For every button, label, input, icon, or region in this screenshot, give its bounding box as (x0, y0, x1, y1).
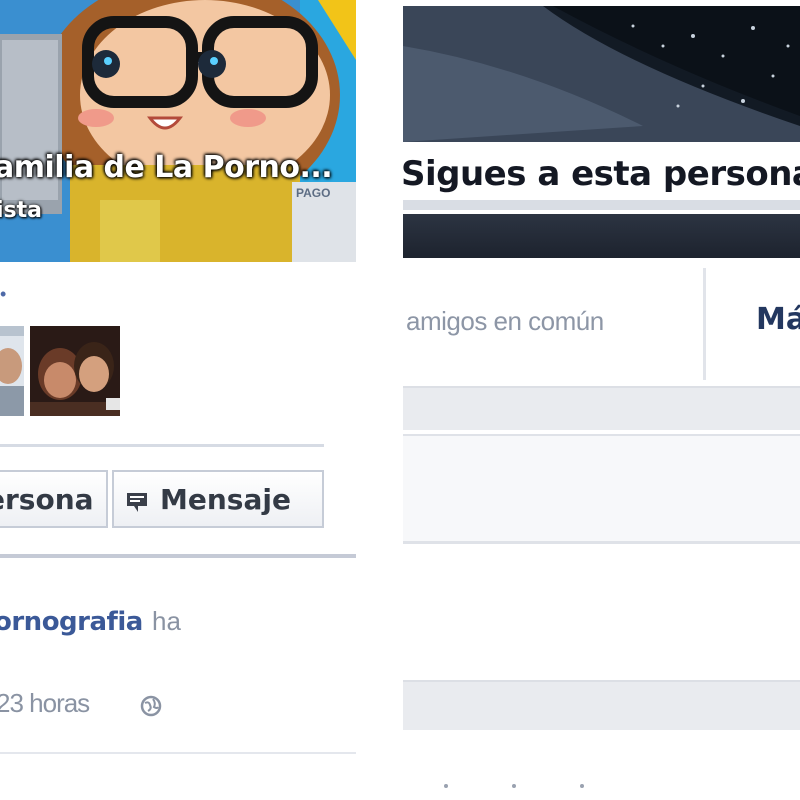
follow-button-label: ersona (0, 482, 94, 516)
left-cover-subtitle: ista (0, 198, 42, 223)
message-button-label: Mensaje (160, 482, 291, 516)
screenshot-canvas: amilia de La Porno... ista PAGO • ersona (0, 0, 800, 800)
dark-snowy-cover-image (403, 6, 800, 142)
separator-dot (512, 784, 516, 788)
friend-thumbnail[interactable] (30, 326, 120, 416)
cover-side-label: PAGO (296, 186, 331, 200)
divider (0, 444, 324, 447)
cover-separator (403, 200, 800, 210)
link-fragment[interactable]: • (0, 284, 6, 305)
cartoon-girl-cover-image (0, 0, 356, 262)
mutual-friends-text[interactable]: amigos en común (406, 306, 604, 337)
friend-photo-image (30, 326, 120, 416)
cover-bottom-strip (403, 214, 800, 258)
globe-icon[interactable] (140, 695, 162, 717)
divider (0, 554, 356, 558)
left-cover-photo[interactable]: amilia de La Porno... ista PAGO (0, 0, 356, 262)
content-panel (403, 434, 800, 544)
message-button[interactable]: Mensaje (112, 470, 324, 528)
message-bubble-icon (126, 488, 148, 512)
right-cover-title: Sigues a esta persona (401, 154, 800, 194)
separator-dot (580, 784, 584, 788)
section-header-bar (403, 386, 800, 430)
story-headline: ornografia ha (0, 606, 181, 637)
follow-button[interactable]: ersona (0, 470, 108, 528)
friend-photo-image (0, 326, 24, 416)
divider (0, 752, 356, 754)
story-text: ha (152, 606, 181, 636)
right-cover-photo[interactable] (403, 6, 800, 142)
vertical-divider (703, 268, 706, 380)
story-timestamp[interactable]: 23 horas (0, 688, 90, 719)
story-page-link[interactable]: ornografia (0, 607, 143, 637)
separator-dot (444, 784, 448, 788)
friend-thumbnail[interactable] (0, 326, 24, 416)
more-link[interactable]: Más (756, 302, 800, 337)
section-header-bar (403, 680, 800, 730)
left-cover-title[interactable]: amilia de La Porno... (0, 150, 333, 185)
